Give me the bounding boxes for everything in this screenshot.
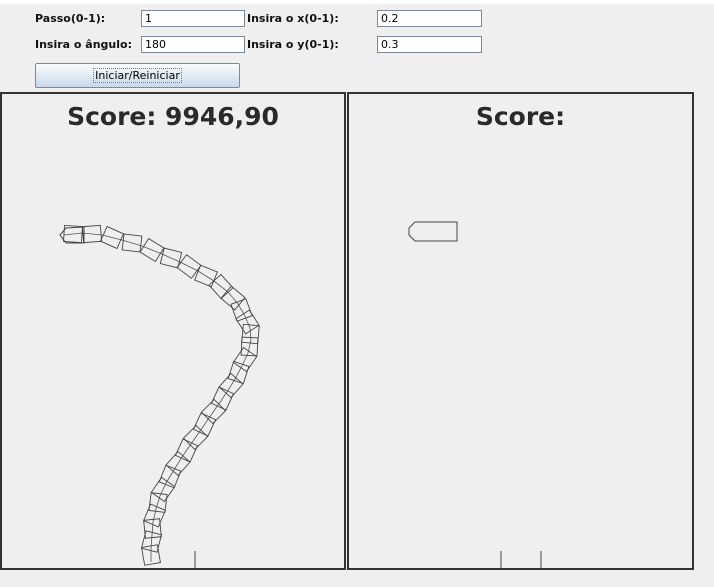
y-input[interactable] — [377, 36, 482, 53]
right-simulation-panel: Score: — [347, 92, 694, 570]
snake-trail — [59, 224, 260, 566]
y-label: Insira o y(0-1): — [247, 38, 339, 51]
passo-input[interactable] — [141, 10, 245, 27]
passo-label: Passo(0-1): — [35, 12, 106, 25]
start-restart-button[interactable]: Iniciar/Reiniciar — [35, 63, 240, 88]
right-snake-head — [408, 221, 458, 242]
window-top-strip — [0, 0, 714, 4]
angulo-input[interactable] — [141, 36, 245, 53]
left-simulation-panel: Score: 9946,90 — [0, 92, 346, 570]
x-input[interactable] — [377, 10, 482, 27]
left-canvas — [59, 224, 260, 568]
angulo-label: Insira o ângulo: — [35, 38, 132, 51]
x-label: Insira o x(0-1): — [247, 12, 339, 25]
right-canvas — [408, 221, 542, 568]
snake-spine — [63, 232, 252, 562]
start-restart-button-label: Iniciar/Reiniciar — [93, 68, 182, 83]
